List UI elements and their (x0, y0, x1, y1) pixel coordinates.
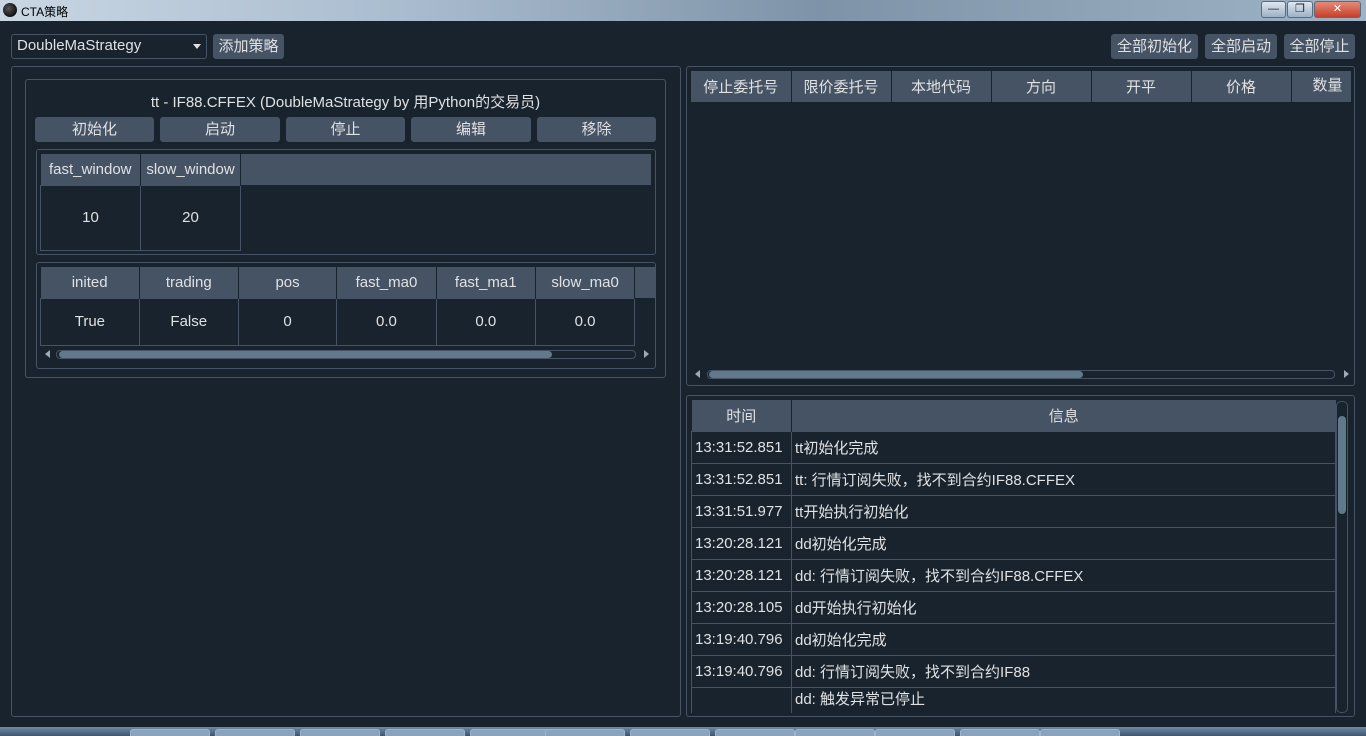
chevron-down-icon (193, 44, 201, 49)
taskbar-button[interactable] (960, 729, 1040, 736)
log-row-message: dd初始化完成 (791, 622, 1336, 656)
taskbar-button[interactable] (545, 729, 625, 736)
log-row-time (691, 686, 792, 713)
taskbar-button[interactable] (130, 729, 210, 736)
stop-order-header-limit-id: 限价委托号 (791, 71, 892, 102)
stop-order-header-direction: 方向 (991, 71, 1092, 102)
init-all-button[interactable]: 全部初始化 (1111, 34, 1198, 59)
taskbar-button[interactable] (630, 729, 710, 736)
strategy-class-value: DoubleMaStrategy (17, 37, 142, 54)
log-table: 时间 信息 13:31:52.851 tt初始化完成 13:31:52.851 tt… (691, 400, 1336, 713)
stop-order-table-frame: 停止委托号 限价委托号 本地代码 方向 开平 价格 数量 (686, 66, 1355, 386)
strategy-card-title: tt - IF88.CFFEX (DoubleMaStrategy by 用Py… (150, 94, 541, 111)
stop-order-header-price: 价格 (1191, 71, 1292, 102)
taskbar-button[interactable] (1040, 729, 1120, 736)
var-value-overflow (635, 298, 655, 345)
taskbar-button[interactable] (875, 729, 955, 736)
var-value-fast-ma0: 0.0 (336, 297, 437, 346)
param-value-filler (241, 185, 651, 250)
log-row-message: tt初始化完成 (791, 430, 1336, 464)
remove-strategy-button[interactable]: 移除 (537, 117, 656, 142)
minimize-button[interactable]: — (1261, 1, 1286, 18)
edit-strategy-button[interactable]: 编辑 (411, 117, 531, 142)
log-row-message: dd: 触发异常已停止 (791, 686, 1336, 713)
log-row-time: 13:31:51.977 (691, 494, 792, 528)
log-row-message: dd: 行情订阅失败，找不到合约IF88 (791, 654, 1336, 688)
var-value-inited: True (40, 297, 140, 346)
add-strategy-button[interactable]: 添加策略 (213, 34, 284, 59)
var-header-inited: inited (40, 267, 140, 298)
log-row-message: tt开始执行初始化 (791, 494, 1336, 528)
app-icon (3, 3, 17, 17)
stop-order-table: 停止委托号 限价委托号 本地代码 方向 开平 价格 数量 (691, 71, 1351, 102)
log-row-message: dd开始执行初始化 (791, 590, 1336, 624)
start-all-button[interactable]: 全部启动 (1205, 34, 1277, 59)
stop-order-hscrollbar[interactable] (693, 369, 1351, 379)
close-button[interactable]: ✕ (1314, 1, 1361, 18)
taskbar-button[interactable] (715, 729, 795, 736)
log-row-time: 13:20:28.121 (691, 526, 792, 560)
param-value-slow-window: 20 (140, 184, 241, 251)
parameters-table: fast_window slow_window 10 20 (40, 154, 651, 251)
var-header-pos: pos (238, 267, 338, 298)
taskbar-button[interactable] (795, 729, 875, 736)
stop-order-header-id: 停止委托号 (691, 71, 792, 102)
strategy-class-select[interactable]: DoubleMaStrategy (11, 34, 207, 59)
param-value-fast-window: 10 (40, 184, 141, 251)
window-title-bar: CTA策略 — ❐ ✕ (0, 0, 1366, 21)
stop-order-header-volume: 数量 (1291, 71, 1351, 102)
variables-table-frame: inited trading pos fast_ma0 fast_ma1 slo… (36, 262, 656, 369)
taskbar-button[interactable] (470, 729, 550, 736)
variables-hscrollbar[interactable] (43, 349, 651, 359)
stop-all-button[interactable]: 全部停止 (1284, 34, 1355, 59)
var-header-fast-ma0: fast_ma0 (336, 267, 437, 298)
log-table-frame: 时间 信息 13:31:52.851 tt初始化完成 13:31:52.851 tt… (686, 395, 1355, 717)
var-value-fast-ma1: 0.0 (435, 297, 536, 346)
start-strategy-button[interactable]: 启动 (160, 117, 280, 142)
var-header-overflow (634, 267, 655, 298)
variables-hscroll-thumb[interactable] (59, 351, 552, 358)
log-row-message: dd初始化完成 (791, 526, 1336, 560)
var-value-trading: False (138, 297, 239, 346)
stop-order-header-symbol: 本地代码 (891, 71, 992, 102)
log-header-time: 时间 (691, 400, 792, 431)
var-header-trading: trading (139, 267, 239, 298)
scroll-right-icon[interactable] (1344, 370, 1349, 378)
taskbar-button[interactable] (385, 729, 465, 736)
log-header-message: 信息 (791, 400, 1336, 431)
init-strategy-button[interactable]: 初始化 (35, 117, 154, 142)
scroll-left-icon[interactable] (695, 370, 700, 378)
var-value-pos: 0 (237, 297, 338, 346)
log-row-time: 13:20:28.105 (691, 590, 792, 624)
stop-order-hscroll-thumb[interactable] (709, 371, 1083, 378)
os-taskbar (0, 727, 1366, 736)
scroll-right-icon[interactable] (644, 350, 649, 358)
window-title: CTA策略 (21, 5, 69, 19)
log-row-message: tt: 行情订阅失败，找不到合约IF88.CFFEX (791, 462, 1336, 496)
log-viewport[interactable]: 时间 信息 13:31:52.851 tt初始化完成 13:31:52.851 tt… (691, 400, 1336, 713)
log-row-time: 13:31:52.851 (691, 462, 792, 496)
scroll-left-icon[interactable] (45, 350, 50, 358)
param-header-fast-window: fast_window (40, 154, 141, 185)
maximize-button[interactable]: ❐ (1287, 1, 1313, 18)
var-header-fast-ma1: fast_ma1 (436, 267, 536, 298)
log-row-time: 13:19:40.796 (691, 622, 792, 656)
variables-table: inited trading pos fast_ma0 fast_ma1 slo… (40, 267, 655, 346)
stop-strategy-button[interactable]: 停止 (286, 117, 405, 142)
log-row-message: dd: 行情订阅失败，找不到合约IF88.CFFEX (791, 558, 1336, 592)
taskbar-button[interactable] (215, 729, 295, 736)
log-row-time: 13:31:52.851 (691, 430, 792, 464)
parameters-table-frame: fast_window slow_window 10 20 (36, 149, 656, 255)
stop-order-header-offset: 开平 (1091, 71, 1192, 102)
var-value-slow-ma0: 0.0 (534, 297, 636, 346)
param-header-slow-window: slow_window (140, 154, 241, 185)
log-row-time: 13:20:28.121 (691, 558, 792, 592)
log-vscroll-thumb[interactable] (1338, 416, 1346, 514)
log-row-time: 13:19:40.796 (691, 654, 792, 688)
param-header-filler (240, 154, 651, 185)
var-header-slow-ma0: slow_ma0 (535, 267, 636, 298)
taskbar-button[interactable] (300, 729, 380, 736)
